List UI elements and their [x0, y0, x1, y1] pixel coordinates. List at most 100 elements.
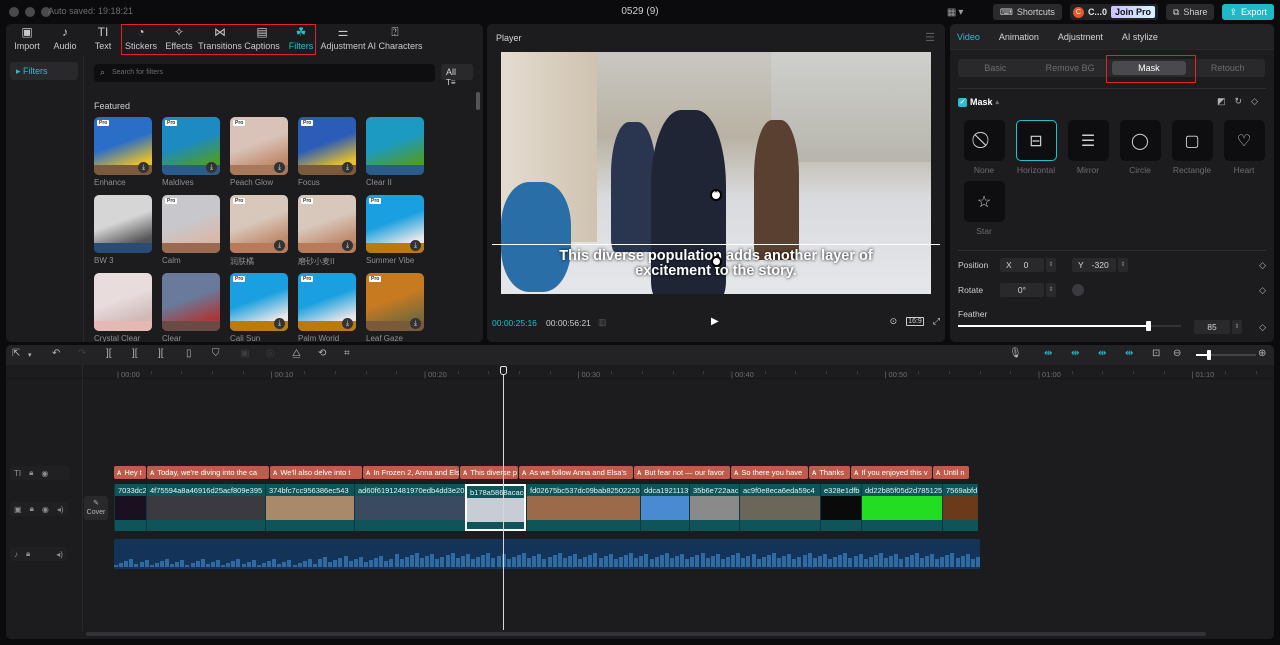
mask-center-handle[interactable] — [711, 256, 722, 267]
video-clip[interactable]: fd02675bc537dc09bab82502220 — [526, 484, 640, 531]
user-account[interactable]: C C...0 Join Pro — [1069, 4, 1158, 20]
feather-slider-knob[interactable] — [1145, 321, 1151, 331]
video-clip[interactable]: ac9f0e8eca6eda59c4 — [739, 484, 820, 531]
mask-line[interactable] — [492, 244, 940, 245]
download-icon[interactable]: ⤓ — [206, 162, 217, 173]
subtab-remove-bg[interactable]: Remove BG — [1033, 59, 1108, 77]
export-button[interactable]: ⇪ Export — [1222, 4, 1274, 20]
tool-adjustment[interactable]: ⚌ Adjustment — [320, 24, 366, 53]
mask-option-heart[interactable]: ♡ Heart — [1218, 120, 1270, 175]
filter-card[interactable]: BW 3 — [94, 195, 162, 273]
subtab-basic[interactable]: Basic — [958, 59, 1033, 77]
zoom-out-icon[interactable]: ⊖ — [1173, 348, 1181, 359]
caption-clip[interactable]: A Until n — [933, 466, 969, 479]
menu-icon[interactable]: ☰ — [925, 31, 935, 44]
caption-clip[interactable]: A Thanks — [809, 466, 850, 479]
video-clip[interactable]: ddca1921113f — [640, 484, 689, 531]
join-pro-button[interactable]: Join Pro — [1110, 6, 1155, 18]
caption-clip[interactable]: A But fear not — our favor — [634, 466, 730, 479]
invert-mask-icon[interactable]: ◩ — [1217, 96, 1226, 107]
download-icon[interactable]: ⤓ — [274, 318, 285, 329]
video-clip[interactable]: 374bfc7cc956386ec543 — [265, 484, 354, 531]
tab-video[interactable]: Video — [957, 32, 980, 42]
video-clip[interactable]: b178a5868acace — [465, 484, 526, 531]
filter-card[interactable]: Pro ⤓ 润肤橘 — [230, 195, 298, 273]
mute-icon[interactable]: ◂) — [57, 505, 64, 514]
rotate-input[interactable]: 0° — [1000, 283, 1044, 297]
split-right-icon[interactable]: ][ — [158, 348, 164, 359]
mark-icon[interactable]: ⛉ — [212, 348, 220, 359]
zoom-fit-icon[interactable]: ⊙ — [890, 316, 898, 327]
scrollbar[interactable] — [476, 92, 480, 110]
delete-icon[interactable]: ▯ — [186, 348, 192, 359]
filter-card[interactable]: Pro ⤓ Leaf Gaze — [366, 273, 434, 342]
select-tool-icon[interactable]: ⇱ — [12, 348, 20, 359]
video-clip[interactable]: 35b6e722aac — [689, 484, 739, 531]
download-icon[interactable]: ⤓ — [342, 318, 353, 329]
collapse-icon[interactable]: ▴ — [996, 98, 1000, 106]
video-clip[interactable]: ad60f61912481970edb4dd3e20 — [354, 484, 465, 531]
undo-icon[interactable]: ↶ — [52, 348, 60, 359]
timecode-grid-icon[interactable]: ▥ — [598, 317, 607, 328]
mask-option-horizontal[interactable]: ⊟ Horizontal — [1010, 120, 1062, 175]
keyframe-icon[interactable]: ◇ — [1251, 96, 1258, 107]
tool-ai-characters[interactable]: ⍰ AI Characters — [366, 24, 424, 53]
filter-card[interactable]: Pro ⤓ Peach Glow — [230, 117, 298, 195]
play-button[interactable]: ▶ — [711, 316, 719, 327]
caption-clip[interactable]: A This diverse p — [460, 466, 518, 479]
tool-import[interactable]: ▣ Import — [8, 24, 46, 53]
caption-clip[interactable]: A Today, we're diving into the ca — [147, 466, 269, 479]
layout-menu-button[interactable]: ▦ ▾ — [947, 7, 973, 18]
mask-enabled-checkbox[interactable]: ✓ — [958, 97, 967, 107]
lock-icon[interactable]: 🔒︎ — [26, 549, 30, 559]
rotate-icon[interactable]: ⟲ — [318, 348, 326, 359]
preview-axis-icon[interactable]: ⇹ — [1125, 348, 1133, 359]
video-clip[interactable]: 7033dc2 — [114, 484, 146, 531]
download-icon[interactable]: ⤓ — [138, 162, 149, 173]
y-stepper[interactable]: ⇕ — [1118, 258, 1128, 272]
video-clip[interactable]: 4f75594a8a46916d25acf809e395 — [146, 484, 265, 531]
mask-option-none[interactable]: ⃠ None — [958, 120, 1010, 175]
visibility-icon[interactable]: ◉ — [41, 469, 48, 478]
tab-adjustment[interactable]: Adjustment — [1058, 32, 1103, 42]
reset-icon[interactable]: ↻ — [1235, 96, 1243, 107]
filter-card[interactable]: Pro ⤓ 磨砂小麦II — [298, 195, 366, 273]
feather-keyframe-icon[interactable]: ◇ — [1259, 322, 1266, 333]
filter-category-dropdown[interactable]: All T≡ — [441, 64, 473, 87]
playhead[interactable] — [503, 368, 504, 630]
mask-option-rectangle[interactable]: ▢ Rectangle — [1166, 120, 1218, 175]
link-clips-icon[interactable]: ⇹ — [1098, 348, 1106, 359]
playhead-handle[interactable] — [500, 366, 507, 375]
filter-card[interactable]: Pro ⤓ Palm World — [298, 273, 366, 342]
tool-audio[interactable]: ♪ Audio — [46, 24, 84, 53]
rotate-dial[interactable] — [1072, 284, 1084, 296]
subtab-retouch[interactable]: Retouch — [1190, 59, 1265, 77]
filter-card[interactable]: Clear II — [366, 117, 434, 195]
aspect-ratio-button[interactable]: 16:9 — [906, 317, 924, 326]
tool-text[interactable]: TI Text — [84, 24, 122, 53]
split-icon[interactable]: ][ — [106, 348, 112, 359]
mask-option-mirror[interactable]: ☰ Mirror — [1062, 120, 1114, 175]
x-stepper[interactable]: ⇕ — [1046, 258, 1056, 272]
mask-option-star[interactable]: ☆ Star — [958, 181, 1010, 236]
download-icon[interactable]: ⤓ — [410, 240, 421, 251]
position-keyframe-icon[interactable]: ◇ — [1259, 260, 1266, 271]
lock-icon[interactable]: 🔒︎ — [30, 504, 34, 514]
feather-stepper[interactable]: ⇕ — [1232, 320, 1242, 334]
filter-card[interactable]: Pro ⤓ Maldives — [162, 117, 230, 195]
tab-animation[interactable]: Animation — [999, 32, 1039, 42]
crop-icon[interactable]: ⌗ — [344, 348, 350, 359]
linkage-icon[interactable]: ⇹ — [1071, 348, 1079, 359]
download-icon[interactable]: ⤓ — [342, 240, 353, 251]
share-button[interactable]: ⧉ Share — [1165, 4, 1215, 20]
split-left-icon[interactable]: ][ — [132, 348, 138, 359]
filter-card[interactable]: Crystal Clear — [94, 273, 162, 342]
timeline-zoom-slider[interactable] — [1196, 350, 1256, 360]
search-input[interactable]: ⌕ Search for filters — [94, 64, 435, 82]
rotate-stepper[interactable]: ⇕ — [1046, 283, 1056, 297]
video-clip[interactable]: e328e1dfb — [820, 484, 861, 531]
filter-card[interactable]: Pro ⤓ Enhance — [94, 117, 162, 195]
video-clip[interactable]: dd22b85f05d2d785125 — [861, 484, 942, 531]
rotate-keyframe-icon[interactable]: ◇ — [1259, 285, 1266, 296]
mirror-icon[interactable]: ⧋ — [292, 348, 301, 359]
